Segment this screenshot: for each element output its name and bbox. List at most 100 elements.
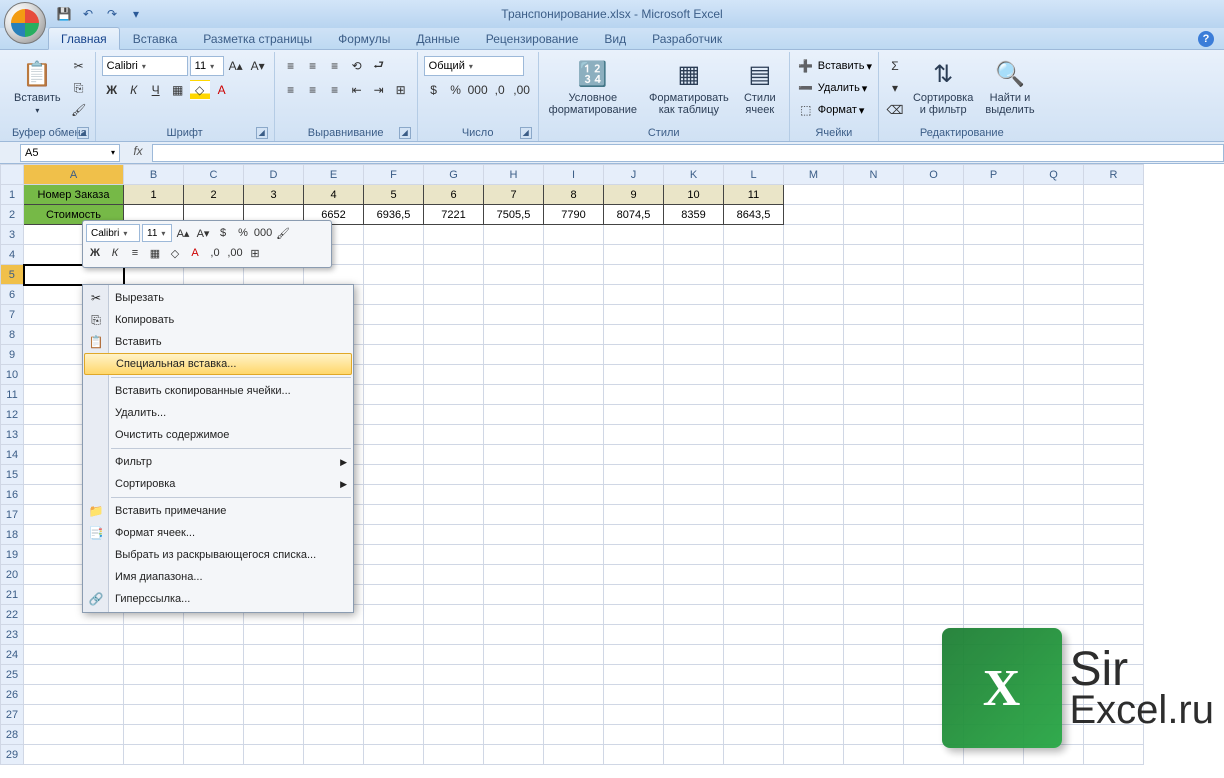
align-right-icon[interactable]: ≡ [325,80,345,100]
cell-L27[interactable] [724,705,784,725]
row-header-19[interactable]: 19 [1,545,24,565]
cell-K15[interactable] [664,465,724,485]
col-header-I[interactable]: I [544,165,604,185]
font-size-combo[interactable]: 11▾ [190,56,224,76]
cell-Q14[interactable] [1024,445,1084,465]
cell-F24[interactable] [364,645,424,665]
row-header-5[interactable]: 5 [1,265,24,285]
col-header-P[interactable]: P [964,165,1024,185]
context-menu-item[interactable]: 🔗Гиперссылка... [83,588,353,610]
cell-I28[interactable] [544,725,604,745]
cell-C24[interactable] [184,645,244,665]
cell-R1[interactable] [1084,185,1144,205]
row-header-10[interactable]: 10 [1,365,24,385]
cell-P18[interactable] [964,525,1024,545]
cut-icon[interactable]: ✂ [69,56,89,76]
cell-G28[interactable] [424,725,484,745]
bold-button[interactable]: Ж [102,80,122,100]
cell-Q6[interactable] [1024,285,1084,305]
cell-O7[interactable] [904,305,964,325]
context-menu-item[interactable]: ✂Вырезать [83,287,353,309]
qat-dropdown[interactable]: ▾ [126,4,146,24]
cell-J21[interactable] [604,585,664,605]
cell-J28[interactable] [604,725,664,745]
row-header-11[interactable]: 11 [1,385,24,405]
cell-F20[interactable] [364,565,424,585]
cell-F3[interactable] [364,225,424,245]
col-header-N[interactable]: N [844,165,904,185]
align-top-icon[interactable]: ≡ [281,56,301,76]
cell-F21[interactable] [364,585,424,605]
cell-O9[interactable] [904,345,964,365]
cell-R9[interactable] [1084,345,1144,365]
cell-R19[interactable] [1084,545,1144,565]
cell-J6[interactable] [604,285,664,305]
cell-L12[interactable] [724,405,784,425]
cell-M24[interactable] [784,645,844,665]
thousands-icon[interactable]: 000 [468,80,488,100]
cell-M9[interactable] [784,345,844,365]
cell-H5[interactable] [484,265,544,285]
cell-L13[interactable] [724,425,784,445]
fx-icon[interactable]: fx [128,144,148,162]
row-header-4[interactable]: 4 [1,245,24,265]
context-menu-item[interactable]: 📑Формат ячеек... [83,522,353,544]
cell-Q28[interactable] [1024,725,1084,745]
mini-thousands-icon[interactable]: 000 [254,224,272,242]
context-menu-item[interactable]: Удалить... [83,402,353,424]
cell-O11[interactable] [904,385,964,405]
cell-P25[interactable] [964,665,1024,685]
cell-G22[interactable] [424,605,484,625]
cell-R4[interactable] [1084,245,1144,265]
font-launcher[interactable]: ◢ [256,127,268,139]
find-select-button[interactable]: 🔍Найти и выделить [981,56,1038,118]
cell-G8[interactable] [424,325,484,345]
cell-H19[interactable] [484,545,544,565]
cell-R16[interactable] [1084,485,1144,505]
tab-formulas[interactable]: Формулы [325,27,403,49]
cell-I27[interactable] [544,705,604,725]
cell-M5[interactable] [784,265,844,285]
row-header-16[interactable]: 16 [1,485,24,505]
cell-O19[interactable] [904,545,964,565]
cell-L22[interactable] [724,605,784,625]
cell-H8[interactable] [484,325,544,345]
cell-R21[interactable] [1084,585,1144,605]
cell-P26[interactable] [964,685,1024,705]
cell-K3[interactable] [664,225,724,245]
cell-Q13[interactable] [1024,425,1084,445]
cell-J26[interactable] [604,685,664,705]
underline-button[interactable]: Ч [146,80,166,100]
cell-G4[interactable] [424,245,484,265]
cell-J22[interactable] [604,605,664,625]
cell-F6[interactable] [364,285,424,305]
cell-R29[interactable] [1084,745,1144,765]
cell-N1[interactable] [844,185,904,205]
cell-N16[interactable] [844,485,904,505]
cell-Q5[interactable] [1024,265,1084,285]
cell-I13[interactable] [544,425,604,445]
cell-H24[interactable] [484,645,544,665]
cell-I19[interactable] [544,545,604,565]
cell-O26[interactable] [904,685,964,705]
cell-R22[interactable] [1084,605,1144,625]
cell-I3[interactable] [544,225,604,245]
formula-input[interactable] [152,144,1224,162]
cell-J20[interactable] [604,565,664,585]
cell-O14[interactable] [904,445,964,465]
cell-N4[interactable] [844,245,904,265]
cell-D23[interactable] [244,625,304,645]
font-name-combo[interactable]: Calibri▾ [102,56,188,76]
cell-F28[interactable] [364,725,424,745]
cell-J25[interactable] [604,665,664,685]
cell-L16[interactable] [724,485,784,505]
cell-K11[interactable] [664,385,724,405]
cell-K16[interactable] [664,485,724,505]
cell-G27[interactable] [424,705,484,725]
cell-D24[interactable] [244,645,304,665]
shrink-font-icon[interactable]: A▾ [248,56,268,76]
cell-P11[interactable] [964,385,1024,405]
cell-Q9[interactable] [1024,345,1084,365]
cell-P9[interactable] [964,345,1024,365]
cell-C1[interactable]: 2 [184,185,244,205]
